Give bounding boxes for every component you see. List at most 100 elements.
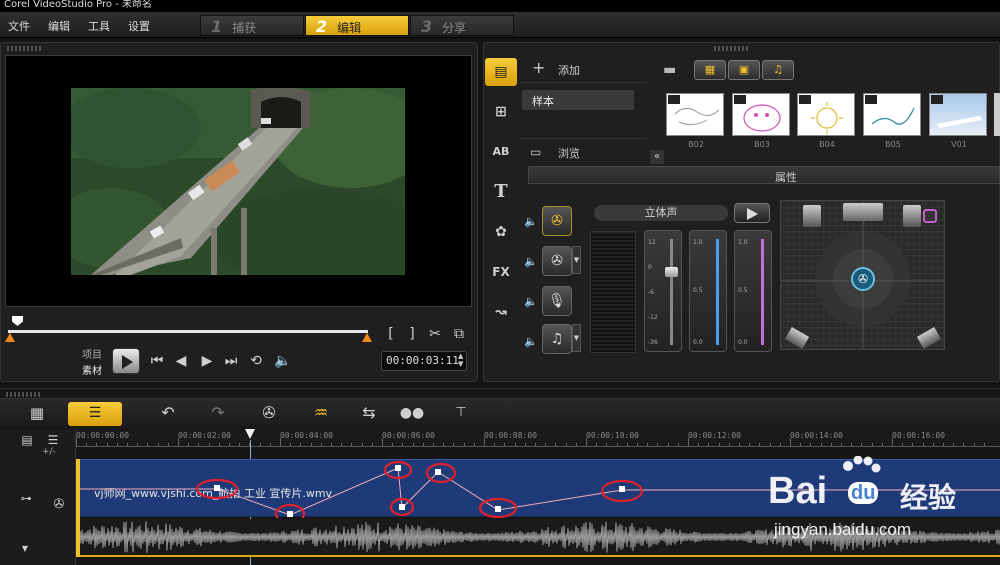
- timeline-ruler[interactable]: 00:00:00:00 00:00:02:00 00:00:04:00 00:00:0…: [76, 429, 1000, 447]
- ruler-tick: [320, 443, 322, 446]
- audio-track-music-button[interactable]: ♫: [542, 324, 572, 354]
- ruler-tick: [96, 443, 98, 446]
- timeline-view-button[interactable]: ☰: [68, 402, 122, 426]
- scroll-down-icon[interactable]: ▼: [18, 541, 32, 557]
- ruler-tick: [371, 443, 373, 446]
- text-tab-icon[interactable]: T: [485, 178, 517, 206]
- ruler-tick: [76, 438, 77, 446]
- previous-frame-icon[interactable]: ◀: [174, 353, 188, 369]
- title-tab-icon[interactable]: AB: [485, 138, 517, 166]
- audio-play-button[interactable]: [734, 203, 770, 223]
- ruler-tick: [637, 443, 638, 446]
- redo-icon[interactable]: ↷: [208, 405, 228, 421]
- track-manager-icon[interactable]: ▤: [18, 432, 36, 448]
- mode-clip[interactable]: 素材: [82, 362, 102, 377]
- show-videos-button[interactable]: ▦: [694, 60, 726, 80]
- fade-slider-blue[interactable]: 1.0 0.5 0.0: [689, 230, 727, 352]
- properties-header[interactable]: 属性: [528, 166, 1000, 184]
- playhead-marker[interactable]: [245, 429, 255, 439]
- speaker-icon: 🔈: [524, 295, 538, 308]
- undo-icon[interactable]: ↶: [158, 405, 178, 421]
- stereo-mode-selector[interactable]: 立体声: [594, 205, 728, 221]
- mark-out-icon[interactable]: ]: [404, 326, 420, 342]
- next-frame-icon[interactable]: ▶: [200, 353, 214, 369]
- mode-project[interactable]: 项目: [82, 346, 102, 361]
- show-photos-button[interactable]: ▣: [728, 60, 760, 80]
- home-icon[interactable]: ⏮: [150, 353, 164, 369]
- library-thumbnail[interactable]: B05: [863, 93, 921, 149]
- fx-tab-icon[interactable]: FX: [485, 258, 517, 286]
- fade-slider-pink[interactable]: 1.0 0.5 0.0: [734, 230, 772, 352]
- enlarge-icon[interactable]: ⧉: [450, 326, 468, 342]
- chapter-list-icon[interactable]: ☰: [44, 432, 62, 448]
- timecode-spinner-icon[interactable]: ▲ ▼: [458, 352, 463, 368]
- folder-item-sample[interactable]: 样本: [522, 90, 634, 110]
- surround-panner[interactable]: ✇: [780, 200, 945, 350]
- storyboard-view-icon[interactable]: ▦: [26, 405, 48, 421]
- library-thumbnail[interactable]: B02: [666, 93, 724, 149]
- step-share[interactable]: 3 分享: [410, 15, 514, 36]
- menu-settings[interactable]: 设置: [128, 18, 150, 34]
- panel-grip[interactable]: [7, 46, 43, 51]
- ruler-tick: [596, 443, 598, 446]
- library-thumbnail[interactable]: V01: [929, 93, 987, 149]
- graphics-tab-icon[interactable]: ✿: [485, 218, 517, 246]
- track-header-column: ▤ ☰ +/- ⊶ ✇ ▼: [0, 429, 76, 565]
- track-dropdown-icon[interactable]: ▼: [572, 246, 581, 274]
- trim-start-marker[interactable]: [5, 333, 15, 342]
- audio-track-voice-button[interactable]: 🎙: [542, 286, 572, 316]
- ruler-tick: [167, 443, 169, 446]
- step-share-number: 3: [421, 17, 433, 36]
- ruler-tick: [667, 443, 669, 446]
- step-capture-label: 捕获: [232, 21, 257, 35]
- repeat-icon[interactable]: ⟲: [248, 353, 264, 369]
- step-capture[interactable]: 1 捕获: [200, 15, 304, 36]
- pan-position-handle[interactable]: ✇: [851, 267, 875, 291]
- menu-edit[interactable]: 编辑: [48, 18, 70, 34]
- mark-in-icon[interactable]: [: [383, 326, 399, 342]
- menu-tools[interactable]: 工具: [88, 18, 110, 34]
- add-icon: +: [532, 58, 546, 77]
- motion-tracking-icon[interactable]: ●●: [398, 405, 426, 421]
- audio-track-video-button[interactable]: ✇: [542, 246, 572, 276]
- media-tab-icon[interactable]: ▤: [485, 58, 517, 86]
- panel-grip[interactable]: [714, 46, 750, 51]
- step-edit-number: 2: [316, 17, 328, 36]
- transition-tab-icon[interactable]: ⊞: [485, 98, 517, 126]
- show-audio-button[interactable]: ♫: [762, 60, 794, 80]
- microphone-icon: 🎙: [548, 293, 566, 309]
- scrubber-track[interactable]: [8, 330, 368, 333]
- menu-file[interactable]: 文件: [8, 18, 30, 34]
- ruler-tick: [759, 443, 761, 446]
- video-badge-icon: [734, 95, 746, 104]
- split-clip-icon[interactable]: ✂: [426, 326, 444, 342]
- track-dropdown-icon[interactable]: ▼: [572, 324, 581, 352]
- timecode-display[interactable]: 00:00:03:11: [381, 351, 467, 371]
- volume-icon[interactable]: 🔈: [274, 353, 291, 369]
- slider-knob[interactable]: [665, 267, 678, 277]
- trim-end-marker[interactable]: [362, 333, 372, 342]
- play-button[interactable]: [112, 348, 140, 374]
- browse-button[interactable]: ▭ 浏览: [520, 138, 647, 166]
- step-edit[interactable]: 2 编辑: [305, 15, 409, 36]
- auto-music-icon[interactable]: ⇆: [358, 405, 380, 421]
- link-track-icon[interactable]: ⊶: [16, 491, 36, 507]
- library-thumbnail[interactable]: B03: [732, 93, 790, 149]
- volume-slider[interactable]: 12 0 -6 -12 -36: [644, 230, 682, 352]
- record-capture-icon[interactable]: ✇: [258, 405, 280, 421]
- open-folder-icon[interactable]: ▬: [663, 62, 676, 78]
- collapse-library-icon[interactable]: «: [650, 150, 664, 164]
- library-thumbnail[interactable]: B04: [797, 93, 855, 149]
- path-tab-icon[interactable]: ↝: [485, 298, 517, 326]
- ruler-tick: [116, 443, 118, 446]
- subtitle-editor-icon[interactable]: ⊤: [450, 405, 472, 421]
- sound-mixer-icon[interactable]: ♒: [310, 405, 332, 421]
- add-folder-button[interactable]: + 添加: [520, 56, 647, 83]
- panel-grip[interactable]: [6, 392, 42, 397]
- ruler-tick: [341, 443, 343, 446]
- zoom-control[interactable]: +/-: [42, 447, 56, 457]
- end-icon[interactable]: ⏭: [224, 353, 238, 369]
- slider-track: [670, 239, 673, 345]
- audio-track-border: [80, 555, 1000, 557]
- audio-track-reel-button[interactable]: ✇: [542, 206, 572, 236]
